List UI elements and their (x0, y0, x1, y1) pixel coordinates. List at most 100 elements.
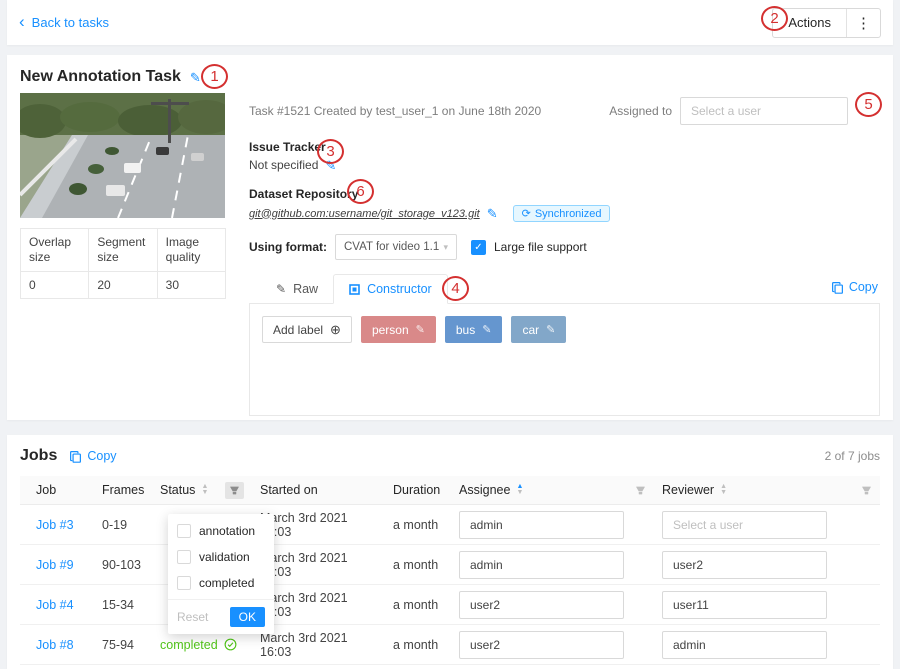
filter-option-label: completed (199, 576, 254, 590)
filter-option-annotation[interactable]: annotation (168, 518, 274, 544)
sort-icons[interactable]: ▲ ▼ (201, 484, 208, 496)
status-filter-icon[interactable] (225, 482, 244, 499)
filter-ok-button[interactable]: OK (230, 607, 265, 627)
job-duration: a month (385, 558, 451, 572)
issue-tracker-value: Not specified (249, 158, 318, 172)
assignee-filter-icon[interactable] (635, 485, 646, 496)
job-frames: 0-19 (94, 518, 152, 532)
tab-raw[interactable]: ✎ Raw (261, 275, 333, 303)
task-details-card: New Annotation Task ✎ (7, 55, 893, 420)
copy-jobs-link[interactable]: Copy (69, 449, 116, 463)
sort-icons[interactable]: ▲ ▼ (720, 484, 727, 496)
dataset-repository-url[interactable]: git@github.com:username/git_storage_v123… (249, 208, 480, 220)
job-row: Job #9 90-103 March 3rd 2021 16:03 a mon… (20, 545, 880, 585)
annotation-circle-3: 3 (317, 139, 344, 164)
checkbox-validation[interactable] (177, 550, 191, 564)
tab-constructor[interactable]: Constructor (333, 274, 448, 304)
sync-icon: ⟳ (522, 207, 531, 220)
job-row: Job #8 75-94 completed March 3rd 2021 16… (20, 625, 880, 665)
job-reviewer-input[interactable] (662, 511, 827, 539)
job-assignee-input[interactable] (459, 551, 624, 579)
job-link[interactable]: Job #3 (36, 518, 74, 532)
jobs-table-header: Job Frames Status ▲ ▼ Started on Duratio… (20, 476, 880, 505)
task-assignee-input[interactable] (680, 97, 848, 125)
add-label-text: Add label (273, 323, 323, 337)
annotation-circle-4: 4 (442, 276, 469, 301)
large-file-support-label: Large file support (494, 240, 587, 254)
label-chip-bus[interactable]: bus ✎ (445, 316, 503, 343)
sort-down-icon: ▼ (201, 490, 208, 496)
back-to-tasks-link[interactable]: ‹ Back to tasks (19, 15, 109, 30)
column-status[interactable]: Status ▲ ▼ (152, 482, 252, 499)
more-icon[interactable]: ⋮ (847, 9, 880, 37)
assigned-to-label: Assigned to (609, 104, 672, 118)
status-filter-dropdown: annotation validation completed Reset OK (168, 514, 274, 634)
copy-jobs-text: Copy (87, 449, 116, 463)
task-title: New Annotation Task (20, 67, 181, 87)
job-link[interactable]: Job #9 (36, 558, 74, 572)
pencil-icon: ✎ (276, 283, 286, 295)
edit-label-icon[interactable]: ✎ (416, 323, 425, 336)
actions-button[interactable]: Actions ⋮ (772, 8, 881, 38)
sort-icons[interactable]: ▲ ▼ (516, 484, 523, 496)
column-job: Job (20, 483, 94, 497)
job-reviewer-input[interactable] (662, 551, 827, 579)
synchronized-badge[interactable]: ⟳ Synchronized (513, 205, 611, 222)
job-assignee-input[interactable] (459, 631, 624, 659)
column-reviewer[interactable]: Reviewer ▲ ▼ (654, 483, 880, 497)
edit-label-icon[interactable]: ✎ (546, 323, 555, 336)
filter-reset-button[interactable]: Reset (177, 610, 208, 624)
label-chip-person[interactable]: person ✎ (361, 316, 436, 343)
param-header-overlap: Overlap size (21, 229, 89, 272)
param-header-segment: Segment size (89, 229, 157, 272)
annotation-circle-2: 2 (761, 6, 788, 31)
annotation-circle-5: 5 (855, 92, 882, 117)
filter-option-completed[interactable]: completed (168, 570, 274, 596)
column-assignee-label: Assignee (459, 483, 510, 497)
job-duration: a month (385, 598, 451, 612)
job-reviewer-input[interactable] (662, 631, 827, 659)
sort-down-icon: ▼ (516, 490, 523, 496)
sort-down-icon: ▼ (720, 490, 727, 496)
edit-label-icon[interactable]: ✎ (482, 323, 491, 336)
column-assignee[interactable]: Assignee ▲ ▼ (451, 483, 654, 497)
chevron-left-icon: ‹ (19, 13, 25, 30)
add-label-button[interactable]: Add label ⊕ (262, 316, 352, 343)
label-chip-car[interactable]: car ✎ (511, 316, 566, 343)
column-reviewer-label: Reviewer (662, 483, 714, 497)
format-select[interactable]: CVAT for video 1.1 ▾ (335, 234, 457, 260)
label-car-name: car (522, 323, 539, 337)
job-assignee-input[interactable] (459, 591, 624, 619)
filter-option-label: validation (199, 550, 250, 564)
checkbox-completed[interactable] (177, 576, 191, 590)
copy-labels-link[interactable]: Copy (831, 280, 880, 303)
edit-title-icon[interactable]: ✎ (190, 71, 201, 84)
constructor-icon (349, 284, 360, 295)
job-reviewer-input[interactable] (662, 591, 827, 619)
sync-label: Synchronized (535, 208, 602, 220)
job-assignee-input[interactable] (459, 511, 624, 539)
job-link[interactable]: Job #4 (36, 598, 74, 612)
job-duration: a month (385, 638, 451, 652)
job-row: Job #4 15-34 March 3rd 2021 16:03 a mont… (20, 585, 880, 625)
reviewer-filter-icon[interactable] (861, 485, 872, 496)
labels-constructor-panel: Add label ⊕ person ✎ bus ✎ car ✎ (249, 304, 880, 416)
labels-tabs: ✎ Raw Constructor Copy (249, 274, 880, 304)
filter-option-validation[interactable]: validation (168, 544, 274, 570)
topbar: ‹ Back to tasks Actions ⋮ (7, 0, 893, 45)
tab-raw-label: Raw (293, 282, 318, 296)
column-duration: Duration (385, 483, 451, 497)
task-params-table: Overlap size Segment size Image quality … (20, 228, 226, 299)
job-link[interactable]: Job #8 (36, 638, 74, 652)
task-meta: Task #1521 Created by test_user_1 on Jun… (249, 104, 541, 118)
large-file-support-checkbox[interactable]: ✓ (471, 240, 486, 255)
job-duration: a month (385, 518, 451, 532)
edit-repository-icon[interactable]: ✎ (487, 207, 498, 220)
jobs-title: Jobs (20, 447, 57, 465)
job-frames: 15-34 (94, 598, 152, 612)
label-person-name: person (372, 323, 409, 337)
format-select-value: CVAT for video 1.1 (344, 241, 439, 253)
checkbox-annotation[interactable] (177, 524, 191, 538)
copy-icon (831, 281, 844, 294)
param-value-quality: 30 (157, 272, 225, 299)
